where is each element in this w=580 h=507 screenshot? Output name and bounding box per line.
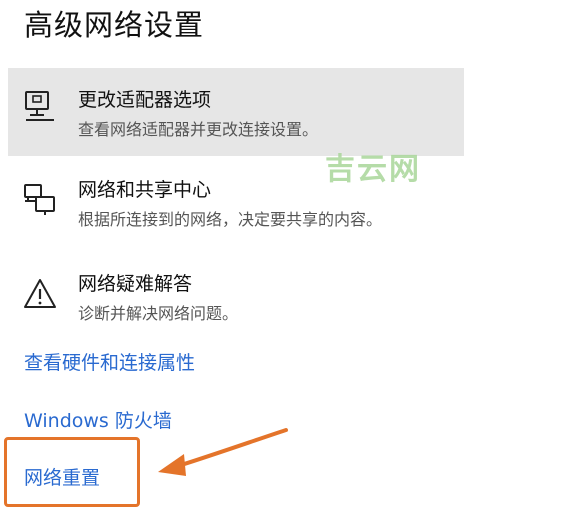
item-description: 查看网络适配器并更改连接设置。	[78, 120, 319, 139]
item-name: 网络疑难解答	[78, 273, 193, 295]
warning-icon	[22, 276, 58, 312]
item-description: 根据所连接到的网络，决定要共享的内容。	[78, 210, 383, 229]
monitor-network-icon	[22, 88, 58, 124]
network-troubleshooter[interactable]: 网络疑难解答 诊断并解决网络问题。	[8, 264, 464, 352]
item-description: 诊断并解决网络问题。	[78, 304, 239, 323]
network-sharing-icon	[22, 182, 58, 218]
hardware-properties-link[interactable]: 查看硬件和连接属性	[24, 348, 195, 375]
callout-arrow-icon	[158, 428, 288, 476]
page-title: 高级网络设置	[24, 8, 205, 42]
callout-highlight-box	[4, 437, 140, 507]
item-name: 更改适配器选项	[78, 89, 212, 111]
change-adapter-options[interactable]: 更改适配器选项 查看网络适配器并更改连接设置。	[8, 68, 464, 156]
watermark: 吉云网	[325, 152, 421, 187]
